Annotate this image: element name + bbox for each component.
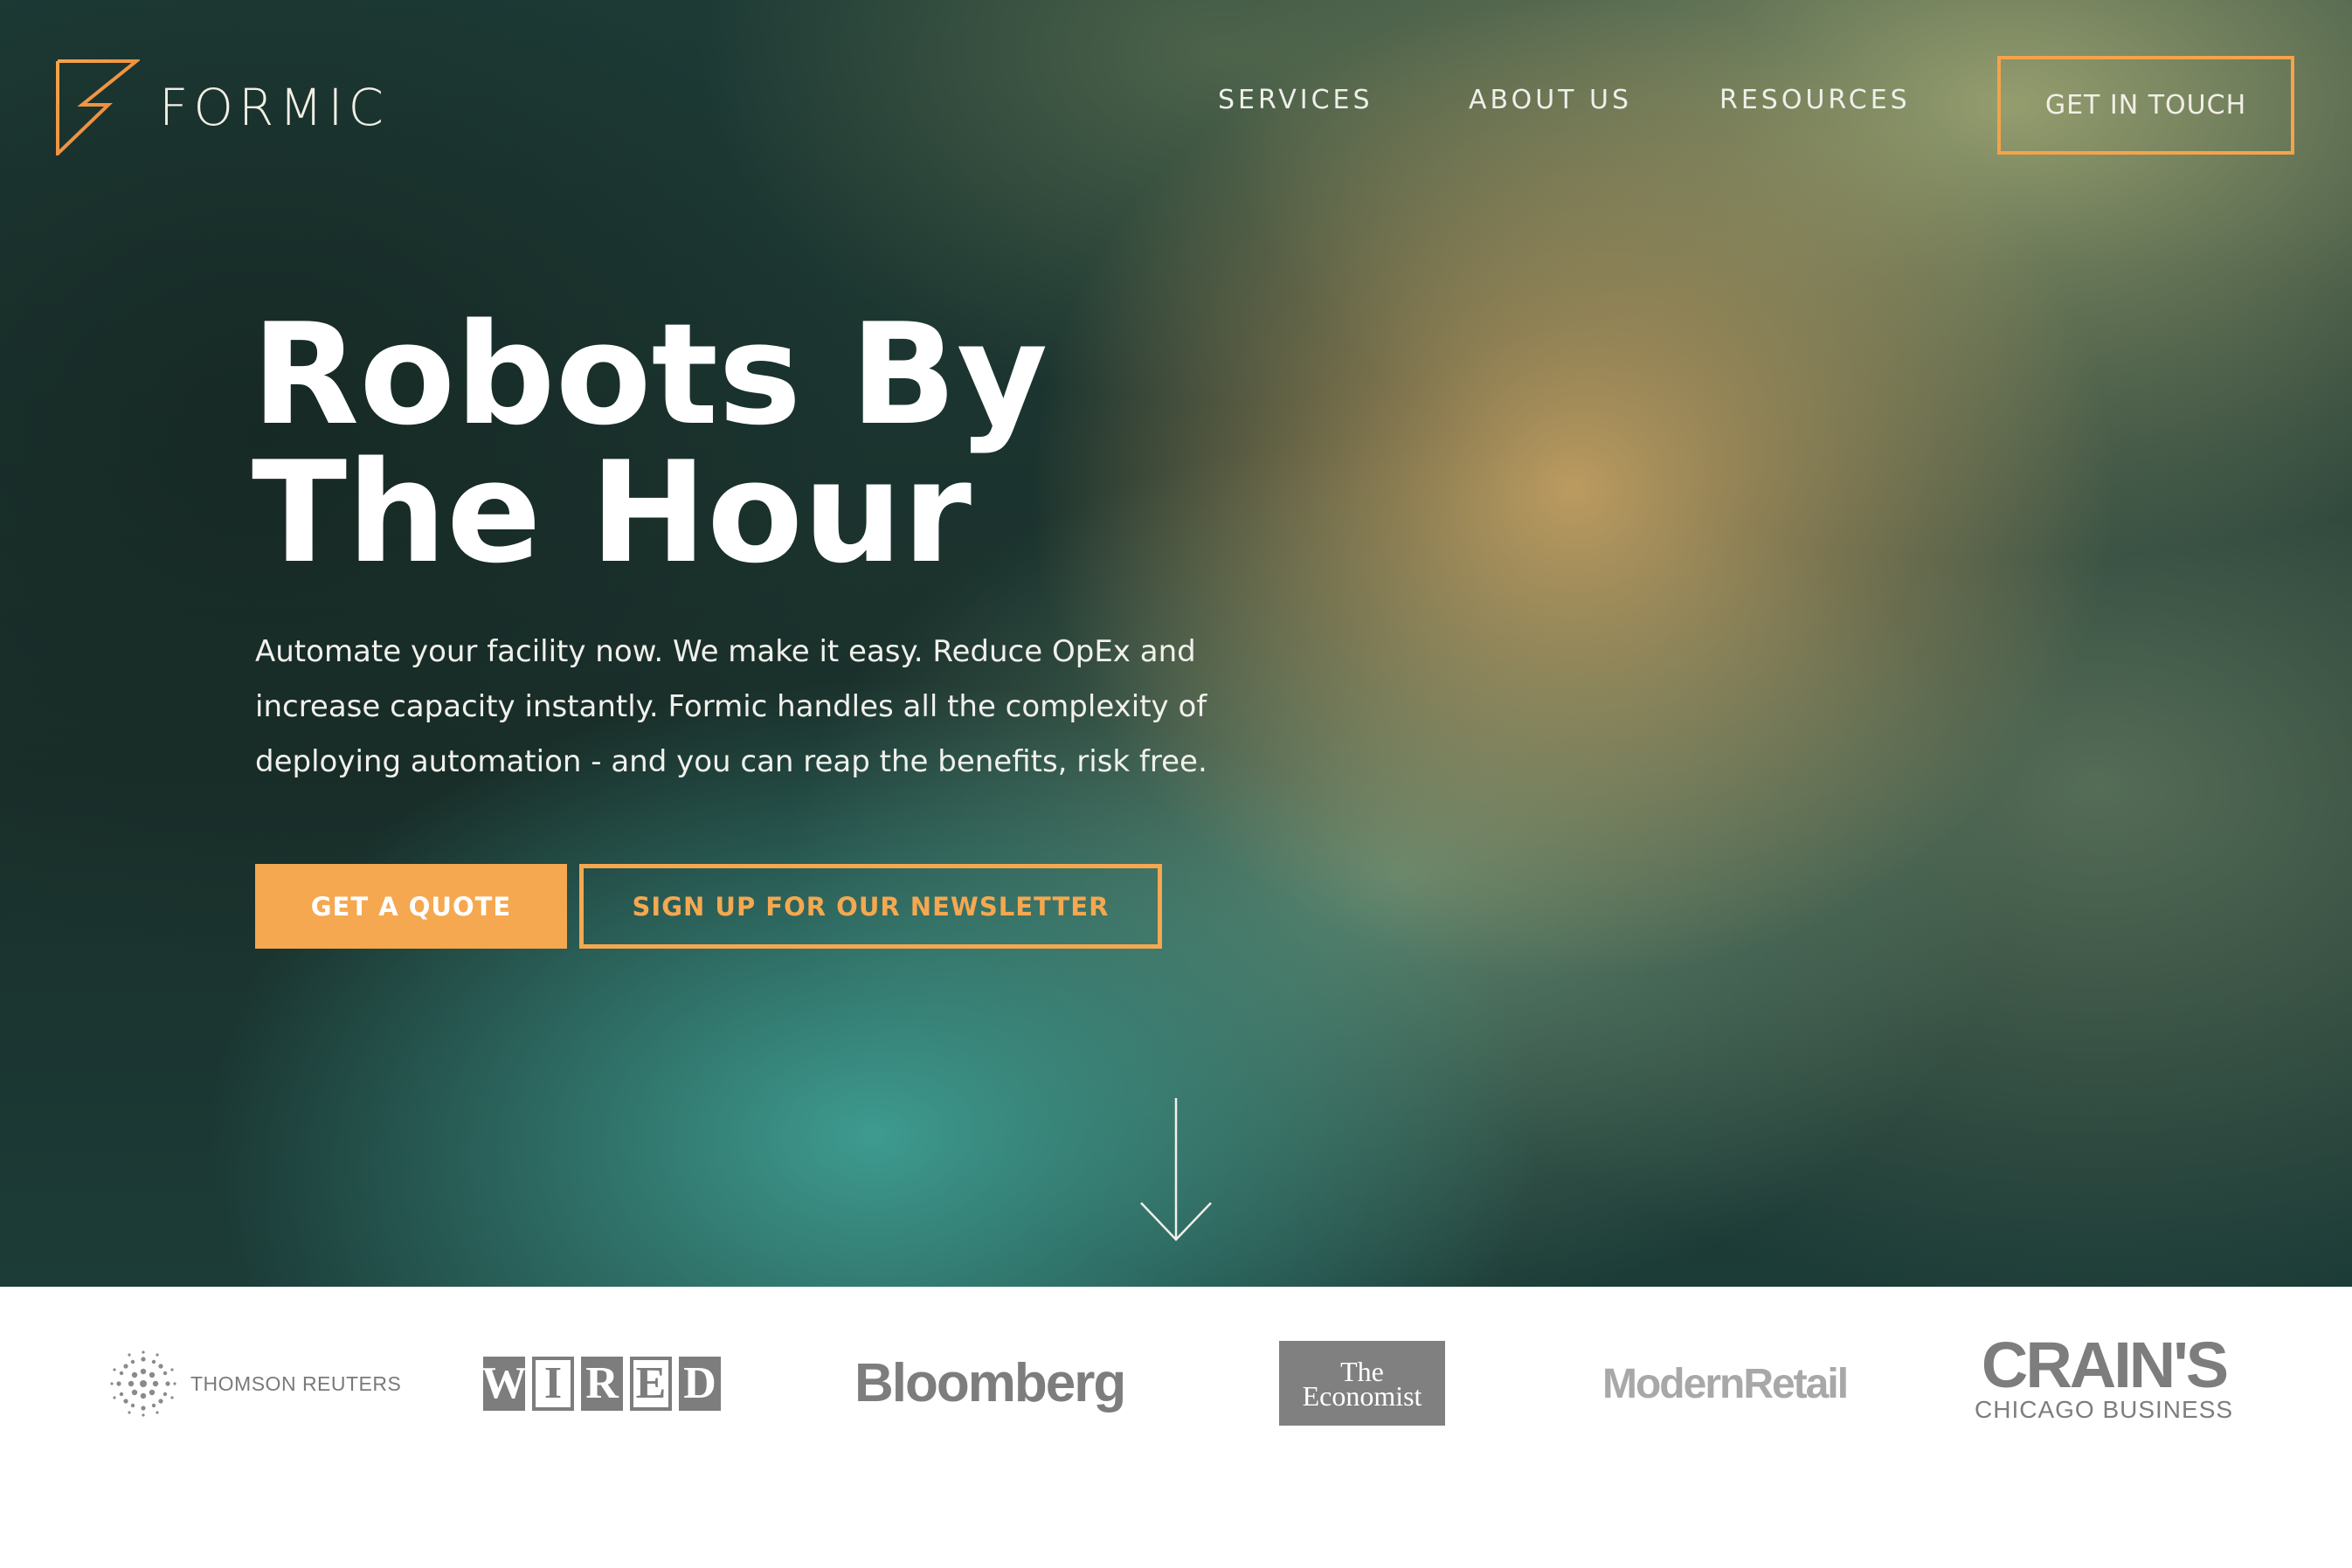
wired-letter: R (581, 1357, 623, 1411)
get-in-touch-button[interactable]: GET IN TOUCH (1997, 56, 2294, 155)
formic-logo-mark-icon (56, 59, 140, 155)
wired-letter: D (679, 1357, 721, 1411)
newsletter-signup-button[interactable]: SIGN UP FOR OUR NEWSLETTER (579, 864, 1162, 949)
nav-resources[interactable]: RESOURCES (1719, 87, 1911, 114)
brand-name: FORMIC (159, 78, 389, 137)
nav-about-us[interactable]: ABOUT US (1469, 87, 1632, 114)
wired-letter: E (630, 1357, 672, 1411)
get-a-quote-button[interactable]: GET A QUOTE (255, 864, 567, 949)
modern-retail-logo: ModernRetail (1602, 1361, 1849, 1407)
arrow-down-icon[interactable] (1136, 1096, 1216, 1245)
nav-services[interactable]: SERVICES (1218, 87, 1373, 114)
bloomberg-logo: Bloomberg (854, 1353, 1126, 1413)
headline-line-1: Robots By (252, 293, 1048, 456)
thomson-reuters-wordmark: THOMSON REUTERS (190, 1371, 402, 1395)
formic-logo[interactable]: FORMIC (56, 59, 389, 155)
thomson-reuters-globe-icon (110, 1350, 176, 1417)
wired-logo: W I R E D (481, 1357, 728, 1411)
hero-description-line-1: Automate your facility now. We make it e… (255, 634, 1196, 669)
economist-line-2: Economist (1302, 1379, 1422, 1412)
wired-letter: I (532, 1357, 574, 1411)
the-economist-logo: The Economist (1279, 1341, 1445, 1426)
hero-section: FORMIC SERVICES ABOUT US RESOURCES GET I… (0, 0, 2352, 1287)
crains-wordmark: CRAIN'S (1981, 1329, 2229, 1401)
crains-subtitle: CHICAGO BUSINESS (1975, 1396, 2234, 1423)
headline-line-2: The Hour (252, 431, 972, 594)
hero-description-line-3: deploying automation - and you can reap … (255, 744, 1207, 779)
thomson-reuters-logo: THOMSON REUTERS (110, 1350, 401, 1417)
wired-letter: W (481, 1357, 527, 1411)
hero-headline: Robots By The Hour (252, 293, 1300, 594)
hero-description: Automate your facility now. We make it e… (255, 625, 1216, 790)
crains-chicago-business-logo: CRAIN'S CHICAGO BUSINESS (1975, 1329, 2234, 1424)
hero-description-line-2: increase capacity instantly. Formic hand… (255, 689, 1207, 724)
